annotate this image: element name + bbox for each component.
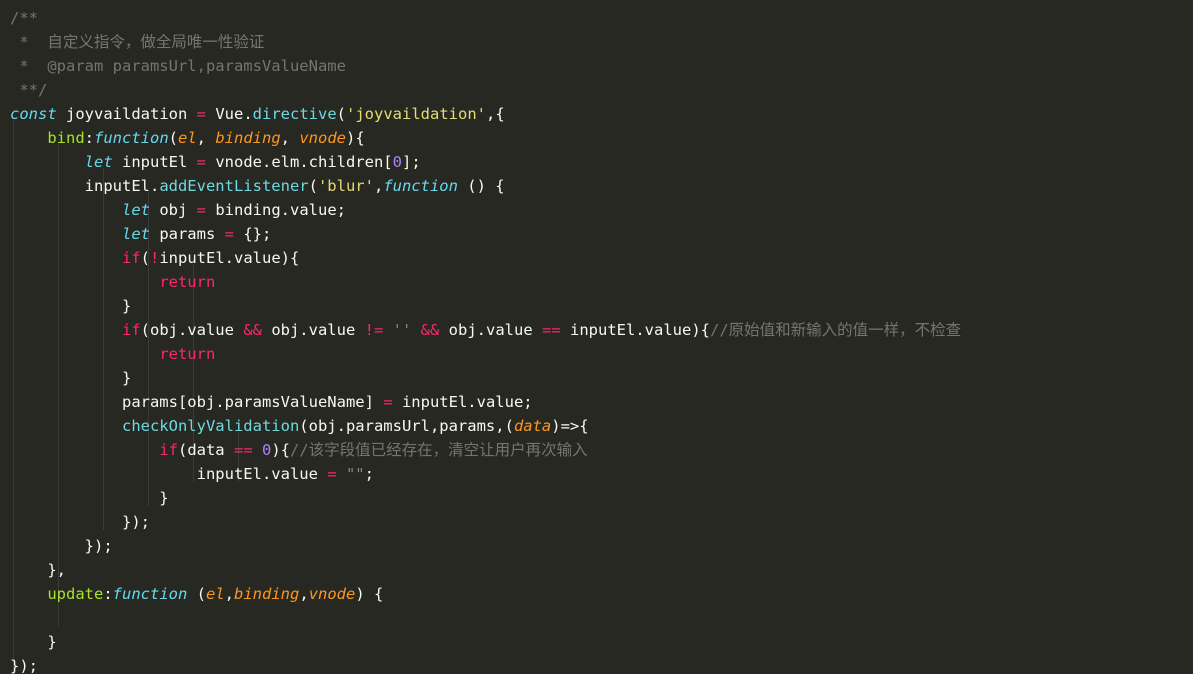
code-line: return: [0, 270, 1193, 294]
code-line: inputEl.addEventListener('blur',function…: [10, 177, 505, 195]
operator-assign: =: [196, 105, 206, 123]
code-line: let obj = binding.value;: [121, 201, 346, 219]
block-comment-param: * @param paramsUrl,paramsValueName: [10, 57, 346, 75]
code-line: }: [10, 297, 132, 315]
code-line: * 自定义指令，做全局唯一性验证: [0, 30, 1193, 54]
param-el: el: [178, 129, 197, 147]
string-directive-name: 'joyvaildation': [346, 105, 486, 123]
keyword-return: return: [159, 345, 216, 363]
operator-not: !: [150, 249, 160, 267]
keyword-if: if: [121, 249, 141, 267]
code-editor-viewport[interactable]: /** * 自定义指令，做全局唯一性验证 * @param paramsUrl,…: [0, 0, 1193, 674]
operator-and: &&: [243, 321, 262, 339]
source-code-block[interactable]: /** * 自定义指令，做全局唯一性验证 * @param paramsUrl,…: [0, 0, 1193, 674]
number-zero: 0: [262, 441, 272, 459]
code-line: let inputEl = vnode.elm.children[0];: [84, 153, 421, 171]
code-line: params[obj.paramsValueName] = inputEl.va…: [10, 393, 533, 411]
keyword-function: function: [94, 129, 169, 147]
code-line: /**: [0, 6, 1193, 30]
param-binding: binding: [234, 585, 300, 603]
code-line: * @param paramsUrl,paramsValueName: [0, 54, 1193, 78]
keyword-let: let: [84, 153, 113, 171]
keyword-let: let: [121, 201, 150, 219]
inline-comment-same-value: //原始值和新输入的值一样，不检查: [709, 321, 962, 339]
operator-assign: =: [327, 465, 337, 483]
keyword-let: let: [121, 225, 150, 243]
call-check-only-validation: checkOnlyValidation: [121, 417, 300, 435]
code-line: if(data == 0){//该字段值已经存在，清空让用户再次输入: [159, 441, 588, 459]
code-line: let params = {};: [121, 225, 272, 243]
operator-not-equal: !=: [364, 321, 384, 339]
code-line: inputEl.value = "";: [10, 465, 374, 483]
block-comment-text-cn: * 自定义指令，做全局唯一性验证: [10, 33, 265, 51]
code-line: bind:function(el, binding, vnode){: [47, 129, 365, 147]
keyword-function: function: [112, 585, 188, 603]
code-line: update:function (el,binding,vnode) {: [47, 585, 384, 603]
code-line: });: [10, 657, 38, 674]
keyword-function: function: [383, 177, 458, 195]
operator-assign: =: [196, 201, 206, 219]
operator-assign: =: [196, 153, 206, 171]
operator-assign: =: [383, 393, 393, 411]
keyword-const: const: [10, 105, 57, 123]
call-directive: directive: [252, 105, 337, 123]
block-comment-close: **/: [10, 81, 48, 99]
keyword-if: if: [121, 321, 141, 339]
inline-comment-exists: //该字段值已经存在，清空让用户再次输入: [290, 441, 588, 459]
keyword-if: if: [159, 441, 178, 459]
code-line: },: [10, 561, 66, 579]
code-line: });: [10, 537, 113, 555]
param-binding: binding: [215, 129, 281, 147]
code-line: }: [10, 489, 169, 507]
code-line: const joyvaildation = Vue.directive('joy…: [10, 105, 505, 123]
property-bind: bind: [47, 129, 85, 147]
block-comment-open: /**: [10, 9, 38, 27]
string-blur: 'blur': [317, 177, 374, 195]
code-line: **/: [0, 78, 1193, 102]
operator-assign: =: [224, 225, 234, 243]
call-add-event-listener: addEventListener: [159, 177, 309, 195]
param-vnode: vnode: [308, 585, 356, 603]
operator-equal: ==: [542, 321, 561, 339]
code-line: });: [10, 513, 150, 531]
param-vnode: vnode: [299, 129, 347, 147]
string-empty: '': [392, 321, 412, 339]
code-line: checkOnlyValidation(obj.paramsUrl,params…: [121, 417, 589, 435]
code-line: return: [0, 342, 1193, 366]
keyword-return: return: [159, 273, 216, 291]
number-zero: 0: [392, 153, 402, 171]
property-update: update: [47, 585, 104, 603]
code-line: if(!inputEl.value){: [121, 249, 300, 267]
operator-and: &&: [420, 321, 440, 339]
code-line: if(obj.value && obj.value != '' && obj.v…: [121, 321, 962, 339]
param-el: el: [206, 585, 225, 603]
code-line: }: [10, 633, 57, 651]
operator-equal: ==: [233, 441, 253, 459]
string-empty-double: "": [345, 465, 365, 483]
code-line: }: [10, 369, 132, 387]
param-data: data: [513, 417, 552, 435]
